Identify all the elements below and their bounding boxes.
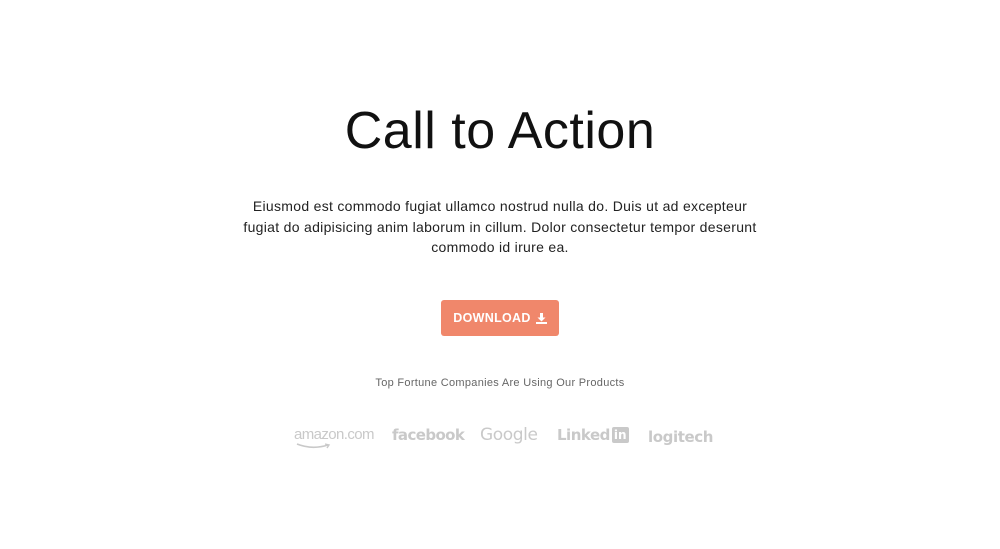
logitech-logo: logitech (648, 428, 714, 446)
download-icon (535, 312, 547, 324)
companies-tagline: Top Fortune Companies Are Using Our Prod… (375, 377, 625, 389)
amazon-logo-text: amazon.com (294, 426, 374, 443)
amazon-smile-icon (296, 443, 331, 449)
linkedin-logo-text: Linked (557, 426, 610, 444)
google-logo: Google (480, 425, 538, 445)
cta-title: Call to Action (344, 102, 656, 160)
linkedin-logo: Linked in (557, 426, 629, 444)
download-button[interactable]: DOWNLOAD (441, 300, 559, 336)
facebook-logo: facebook (392, 426, 465, 444)
cta-section: Call to Action Eiusmod est commodo fugia… (0, 0, 1000, 549)
amazon-logo: amazon.com (294, 426, 374, 449)
download-button-label: DOWNLOAD (453, 311, 531, 325)
company-logos: amazon.com facebook Google Linked in log… (292, 424, 714, 452)
linkedin-in-box: in (611, 427, 629, 443)
cta-description: Eiusmod est commodo fugiat ullamco nostr… (243, 198, 757, 255)
